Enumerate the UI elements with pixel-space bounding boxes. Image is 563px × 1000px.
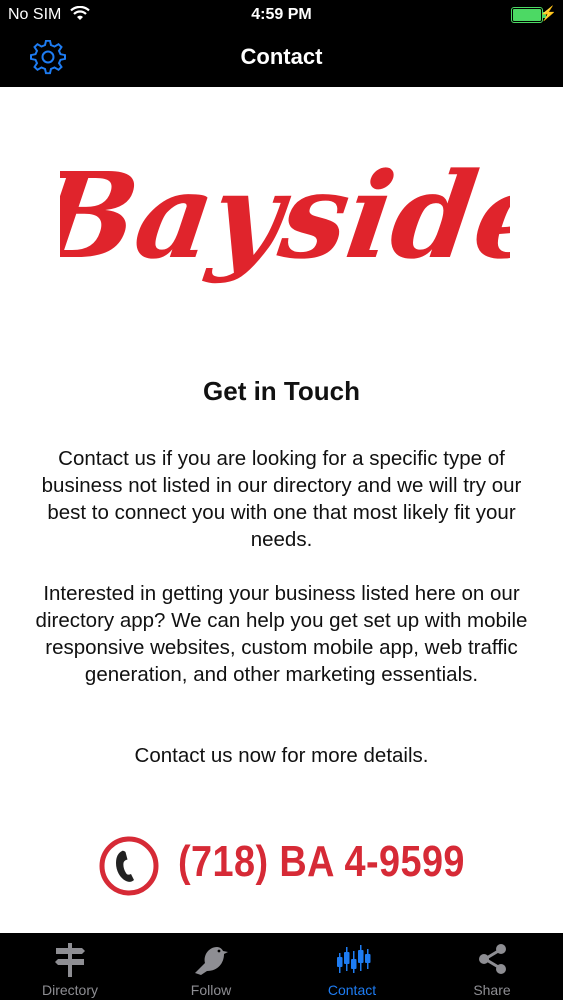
tab-label: Follow [190,982,232,998]
share-icon [479,944,506,974]
status-bar: No SIM 4:59 PM ⚡ [0,0,563,30]
section-heading: Get in Touch [203,376,360,406]
phone-link[interactable]: (718) BA 4-9599 [98,835,478,897]
nav-bar: Contact [0,30,563,87]
page-title: Contact [240,44,323,69]
tab-label: Share [473,982,511,998]
battery-icon [511,7,546,23]
phone-icon [99,836,159,896]
status-time: 4:59 PM [251,6,312,23]
tab-directory[interactable]: Directory [0,933,140,1000]
call-to-action-text: Contact us now for more details. [134,744,429,767]
bayside-logo: Bayside [60,147,510,285]
contact-intro-text: Contact us if you are looking for a spec… [41,447,522,551]
tab-label: Contact [327,982,377,998]
tab-label: Directory [41,982,98,998]
signpost-icon [55,943,85,977]
contact-content: Bayside Get in Touch Contact us if you a… [0,87,563,933]
tab-follow[interactable]: Follow [141,933,281,1000]
tab-contact[interactable]: Contact [282,933,422,1000]
phone-number: (718) BA 4-9599 [178,837,465,886]
charging-icon: ⚡ [539,5,557,21]
tab-share[interactable]: Share [422,933,562,1000]
bird-icon [195,947,228,975]
listing-info-text: Interested in getting your business list… [35,582,528,686]
chart-icon [337,945,371,973]
svg-text:Bayside: Bayside [60,147,510,285]
tab-bar: Directory Follow Contact Share [0,933,563,1000]
